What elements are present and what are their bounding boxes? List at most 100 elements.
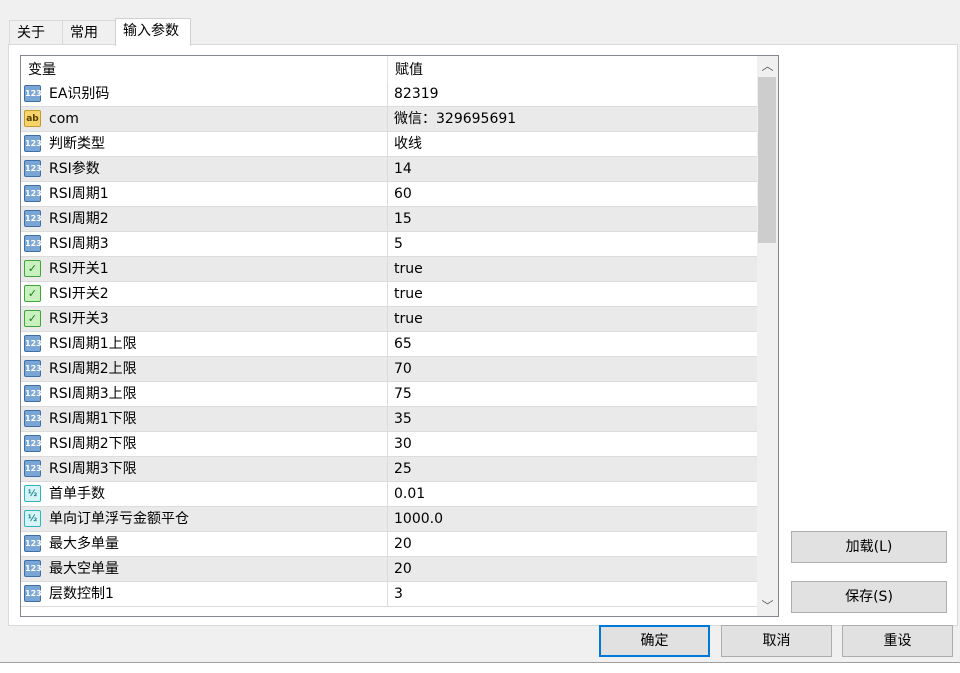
param-value[interactable]: 收线 [387, 132, 756, 157]
int-type-icon: 123 [24, 135, 41, 152]
cancel-button[interactable]: 取消 [721, 625, 832, 657]
param-name: RSI周期1 [49, 182, 109, 207]
param-name: com [49, 107, 79, 132]
string-type-icon: ab [24, 110, 41, 127]
param-value[interactable]: 5 [387, 232, 756, 257]
grid-rows: 123EA识别码82319abcom微信：329695691123判断类型收线1… [21, 82, 757, 607]
param-value[interactable]: true [387, 257, 756, 282]
ok-button[interactable]: 确定 [599, 625, 710, 657]
table-row[interactable]: 123 RSI周期2上限 70 [21, 357, 757, 382]
param-name: RSI周期1下限 [49, 407, 137, 432]
param-value[interactable]: 1000.0 [387, 507, 756, 532]
bool-type-icon: ✓ [24, 260, 41, 277]
param-value[interactable]: 14 [387, 157, 756, 182]
param-name: RSI周期3下限 [49, 457, 137, 482]
table-row[interactable]: 123 判断类型 收线 [21, 132, 757, 157]
param-name: RSI周期2下限 [49, 432, 137, 457]
scroll-down-icon[interactable]: ﹀ [757, 596, 778, 616]
int-type-icon: 123 [24, 385, 41, 402]
table-row[interactable]: abcom 微信：329695691 [21, 107, 757, 132]
table-row[interactable]: 123RSI参数14 [21, 157, 757, 182]
int-type-icon: 123 [24, 185, 41, 202]
int-type-icon: 123 [24, 585, 41, 602]
table-row[interactable]: 123 RSI周期2 15 [21, 207, 757, 232]
table-row[interactable]: 123 EA识别码 82319 [21, 82, 757, 107]
table-row[interactable]: 123 RSI周期2下限 30 [21, 432, 757, 457]
column-header-variable[interactable]: 变量 [28, 56, 56, 82]
int-type-icon: 123 [24, 235, 41, 252]
int-type-icon: 123 [24, 335, 41, 352]
param-value[interactable]: true [387, 282, 756, 307]
param-name: EA识别码 [49, 82, 109, 107]
table-row[interactable]: 123 最大多单量 20 [21, 532, 757, 557]
param-name: 最大空单量 [49, 557, 119, 582]
param-value[interactable]: 82319 [387, 82, 756, 107]
param-value[interactable]: 20 [387, 532, 756, 557]
int-type-icon: 123 [24, 460, 41, 477]
param-value[interactable]: 3 [387, 582, 756, 607]
scroll-up-icon[interactable]: ︿ [757, 56, 778, 76]
tab-common[interactable]: 常用 [62, 20, 116, 45]
param-value[interactable]: true [387, 307, 756, 332]
table-row[interactable]: ½ 首单手数 0.01 [21, 482, 757, 507]
int-type-icon: 123 [24, 160, 41, 177]
param-value[interactable]: 微信：329695691 [387, 107, 756, 132]
table-row[interactable]: ½ 单向订单浮亏金额平仓 1000.0 [21, 507, 757, 532]
int-type-icon: 123 [24, 560, 41, 577]
table-row[interactable]: 123 RSI周期3下限 25 [21, 457, 757, 482]
vertical-scrollbar[interactable]: ︿ ﹀ [757, 56, 778, 616]
param-name: RSI开关3 [49, 307, 109, 332]
column-header-value[interactable]: 赋值 [387, 56, 423, 82]
save-button[interactable]: 保存(S) [791, 581, 947, 613]
table-row[interactable]: 123 RSI周期1下限 35 [21, 407, 757, 432]
param-name: RSI周期3上限 [49, 382, 137, 407]
param-value[interactable]: 75 [387, 382, 756, 407]
bool-type-icon: ✓ [24, 285, 41, 302]
int-type-icon: 123 [24, 535, 41, 552]
param-name: RSI周期3 [49, 232, 109, 257]
table-row[interactable]: ✓ RSI开关2 true [21, 282, 757, 307]
int-type-icon: 123 [24, 360, 41, 377]
param-value[interactable]: 70 [387, 357, 756, 382]
load-button[interactable]: 加载(L) [791, 531, 947, 563]
tab-input-params[interactable]: 输入参数 [115, 18, 191, 46]
window-bottom-edge [0, 662, 960, 673]
param-value[interactable]: 30 [387, 432, 756, 457]
param-value[interactable]: 20 [387, 557, 756, 582]
param-value[interactable]: 15 [387, 207, 756, 232]
param-name: 单向订单浮亏金额平仓 [49, 507, 189, 532]
table-row[interactable]: 123 层数控制1 3 [21, 582, 757, 607]
table-row[interactable]: ✓ RSI开关1 true [21, 257, 757, 282]
param-name: RSI开关1 [49, 257, 109, 282]
param-value[interactable]: 25 [387, 457, 756, 482]
bool-type-icon: ✓ [24, 310, 41, 327]
reset-button[interactable]: 重设 [842, 625, 953, 657]
param-name: 判断类型 [49, 132, 105, 157]
param-name: 首单手数 [49, 482, 105, 507]
int-type-icon: 123 [24, 85, 41, 102]
table-row[interactable]: 123 RSI周期3上限 75 [21, 382, 757, 407]
table-row[interactable]: 123 RSI周期3 5 [21, 232, 757, 257]
param-name: RSI开关2 [49, 282, 109, 307]
table-row[interactable]: 123 RSI周期1上限 65 [21, 332, 757, 357]
double-type-icon: ½ [24, 510, 41, 527]
param-name: RSI周期1上限 [49, 332, 137, 357]
table-row[interactable]: 123 RSI周期1 60 [21, 182, 757, 207]
param-value[interactable]: 65 [387, 332, 756, 357]
table-row[interactable]: ✓ RSI开关3 true [21, 307, 757, 332]
param-name: RSI周期2 [49, 207, 109, 232]
param-value[interactable]: 35 [387, 407, 756, 432]
param-name: RSI周期2上限 [49, 357, 137, 382]
parameters-grid[interactable]: 变量 赋值 123 EA识别码 82319 abcom 微信：329695691 123 判… [20, 55, 779, 617]
scrollbar-thumb[interactable] [758, 77, 776, 243]
int-type-icon: 123 [24, 210, 41, 227]
double-type-icon: ½ [24, 485, 41, 502]
param-value[interactable]: 60 [387, 182, 756, 207]
table-row[interactable]: 123 最大空单量 20 [21, 557, 757, 582]
param-name: 层数控制1 [49, 582, 114, 607]
int-type-icon: 123 [24, 410, 41, 427]
param-name: 最大多单量 [49, 532, 119, 557]
param-value[interactable]: 0.01 [387, 482, 756, 507]
tab-about[interactable]: 关于 [9, 20, 63, 45]
int-type-icon: 123 [24, 435, 41, 452]
